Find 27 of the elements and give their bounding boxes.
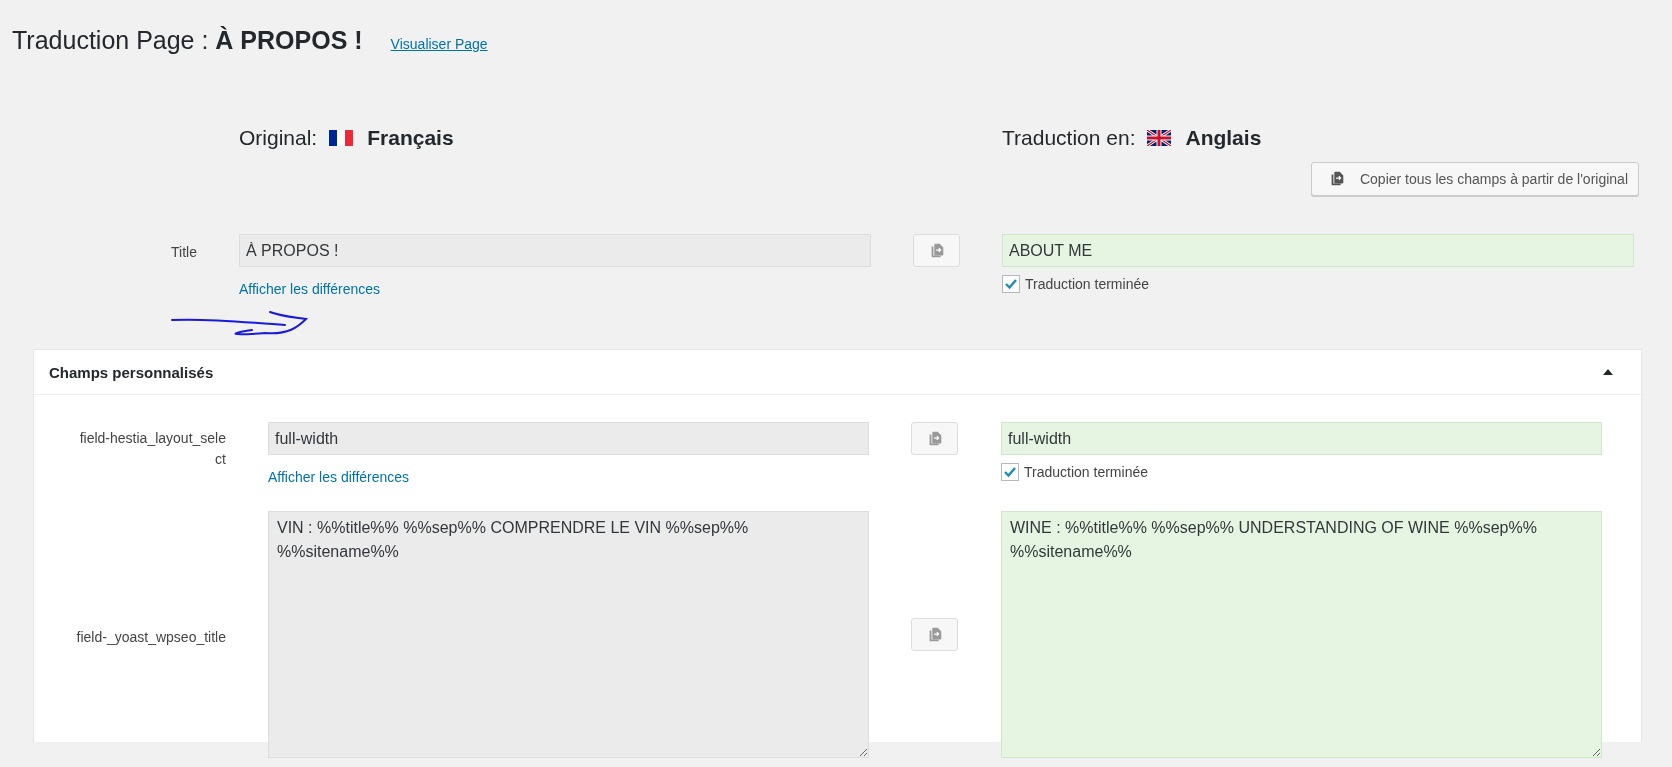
- copy-field-button[interactable]: [913, 234, 960, 267]
- copy-all-button[interactable]: Copier tous les champs à partir de l'original: [1310, 162, 1639, 196]
- checkbox-label: Traduction terminée: [1025, 276, 1149, 292]
- collapse-toggle-icon[interactable]: [1603, 369, 1613, 375]
- translation-text-area[interactable]: WINE : %%title%% %%sep%% UNDERSTANDING OF WINE %%sep%% %%sitename%%: [1001, 511, 1602, 758]
- original-field[interactable]: full-width: [268, 422, 869, 455]
- original-field[interactable]: À PROPOS !: [239, 234, 871, 267]
- original-text-area[interactable]: VIN : %%title%% %%sep%% COMPRENDRE LE VIN %%sep%% %%sitename%%: [268, 511, 869, 758]
- view-page-link[interactable]: Visualiser Page: [390, 36, 488, 52]
- translation-field[interactable]: full-width: [1001, 422, 1602, 455]
- language-name: Anglais: [1185, 126, 1262, 150]
- checkbox[interactable]: [1002, 275, 1020, 293]
- language-label: Original:: [239, 126, 318, 150]
- checkbox[interactable]: [1001, 463, 1019, 481]
- panel-title: Champs personnalisés: [49, 363, 214, 381]
- language-label: Traduction en:: [1002, 126, 1136, 150]
- copy-field-button[interactable]: [911, 618, 958, 651]
- copy-field-button[interactable]: [911, 422, 958, 455]
- field-label: field-hestia_layout_select: [78, 429, 226, 469]
- field-label: field-_yoast_wpseo_title: [75, 628, 226, 647]
- translation-field[interactable]: ABOUT ME: [1002, 234, 1634, 267]
- field-label: Title: [170, 243, 197, 262]
- page-title: Traduction Page : À PROPOS !: [12, 26, 363, 55]
- show-differences-link[interactable]: Afficher les différences: [239, 281, 871, 297]
- show-differences-link[interactable]: Afficher les différences: [268, 469, 869, 485]
- language-name: Français: [367, 126, 454, 150]
- checkbox-label: Traduction terminée: [1024, 464, 1148, 480]
